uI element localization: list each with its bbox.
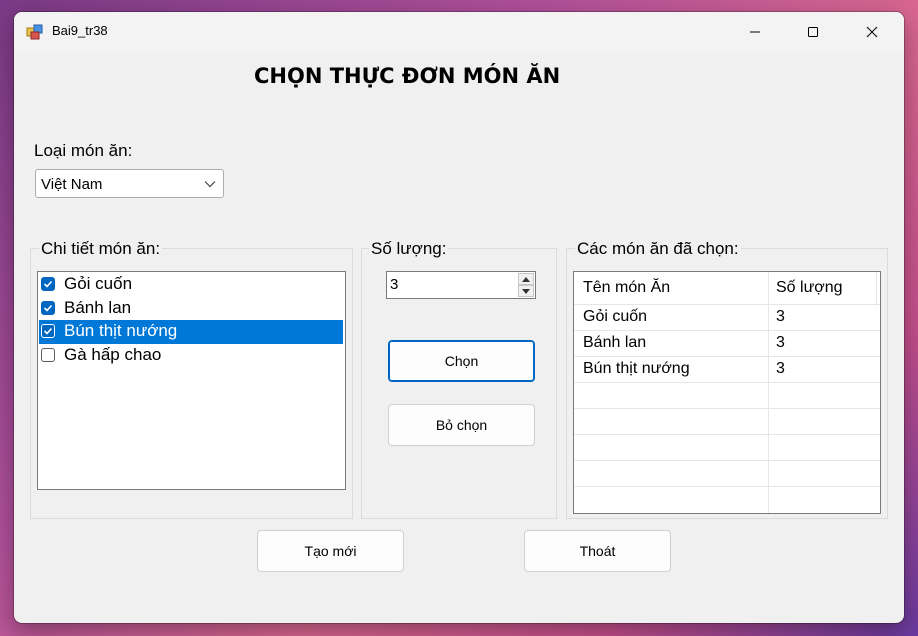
check-icon bbox=[43, 304, 53, 312]
table-row-empty bbox=[574, 408, 880, 435]
checkbox-checked[interactable] bbox=[41, 324, 55, 338]
close-button[interactable] bbox=[849, 12, 895, 52]
stepper-down-button[interactable] bbox=[518, 285, 534, 297]
caret-down-icon bbox=[522, 288, 530, 294]
table-row[interactable]: Bánh lan 3 bbox=[574, 330, 880, 357]
table-row-empty bbox=[574, 460, 880, 487]
unchoose-button[interactable]: Bỏ chọn bbox=[388, 404, 535, 446]
maximize-icon bbox=[808, 27, 818, 37]
title-bar[interactable]: Bai9_tr38 bbox=[14, 12, 904, 52]
table-cell-name: Bún thịt nướng bbox=[583, 360, 690, 377]
exit-button[interactable]: Thoát bbox=[524, 530, 671, 572]
table-row[interactable]: Bún thịt nướng 3 bbox=[574, 356, 880, 383]
minimize-button[interactable] bbox=[732, 12, 778, 52]
category-label: Loại món ăn: bbox=[34, 141, 133, 160]
close-icon bbox=[866, 26, 878, 38]
table-header: Tên món Ăn Số lượng bbox=[574, 272, 878, 306]
table-cell-name: Gỏi cuốn bbox=[583, 308, 648, 325]
minimize-icon bbox=[750, 31, 760, 33]
quantity-value: 3 bbox=[390, 276, 399, 293]
table-cell-quantity: 3 bbox=[776, 360, 785, 377]
table-row[interactable]: Gỏi cuốn 3 bbox=[574, 304, 880, 331]
checkbox-unchecked[interactable] bbox=[41, 348, 55, 362]
table-cell-quantity: 3 bbox=[776, 334, 785, 351]
list-item-label: Bánh lan bbox=[64, 298, 132, 317]
chosen-dishes-table[interactable]: Tên món Ăn Số lượng Gỏi cuốn 3 Bánh lan … bbox=[573, 271, 881, 514]
list-item-label: Bún thịt nướng bbox=[64, 321, 178, 340]
table-cell-name: Bánh lan bbox=[583, 334, 647, 351]
checkbox-checked[interactable] bbox=[41, 277, 55, 291]
stepper-buttons bbox=[518, 273, 534, 297]
quantity-stepper[interactable]: 3 bbox=[386, 271, 536, 299]
check-icon bbox=[43, 327, 53, 335]
window-title: Bai9_tr38 bbox=[52, 23, 108, 38]
details-group-title: Chi tiết món ăn: bbox=[39, 239, 163, 259]
page-title: CHỌN THỰC ĐƠN MÓN ĂN bbox=[254, 64, 561, 88]
list-item-label: Gỏi cuốn bbox=[64, 274, 133, 293]
category-selected-value: Việt Nam bbox=[41, 176, 103, 193]
app-icon bbox=[26, 24, 43, 40]
table-row-empty bbox=[574, 486, 880, 513]
column-divider bbox=[876, 272, 877, 306]
list-item[interactable]: Gà hấp chao bbox=[39, 344, 343, 368]
caret-up-icon bbox=[522, 276, 530, 282]
app-window: Bai9_tr38 CHỌN THỰC ĐƠN MÓN ĂN Loại món … bbox=[14, 12, 904, 623]
maximize-button[interactable] bbox=[790, 12, 836, 52]
quantity-group-title: Số lượng: bbox=[369, 239, 449, 259]
chosen-group-title: Các món ăn đã chọn: bbox=[575, 239, 741, 259]
category-combobox[interactable]: Việt Nam bbox=[35, 169, 224, 198]
chevron-down-icon bbox=[204, 181, 216, 188]
checkbox-checked[interactable] bbox=[41, 301, 55, 315]
table-row-empty bbox=[574, 434, 880, 461]
dish-checklist[interactable]: Gỏi cuốn Bánh lan Bún thịt nướng Gà hấp … bbox=[37, 271, 346, 490]
stepper-up-button[interactable] bbox=[518, 273, 534, 285]
list-item[interactable]: Gỏi cuốn bbox=[39, 273, 343, 297]
column-header-name[interactable]: Tên món Ăn bbox=[583, 279, 670, 297]
table-row-empty bbox=[574, 382, 880, 409]
new-button[interactable]: Tạo mới bbox=[257, 530, 404, 572]
table-cell-quantity: 3 bbox=[776, 308, 785, 325]
column-header-quantity[interactable]: Số lượng bbox=[776, 279, 843, 297]
list-item-label: Gà hấp chao bbox=[64, 345, 162, 364]
list-item-selected[interactable]: Bún thịt nướng bbox=[39, 320, 343, 344]
choose-button[interactable]: Chọn bbox=[388, 340, 535, 382]
check-icon bbox=[43, 280, 53, 288]
list-item[interactable]: Bánh lan bbox=[39, 297, 343, 321]
